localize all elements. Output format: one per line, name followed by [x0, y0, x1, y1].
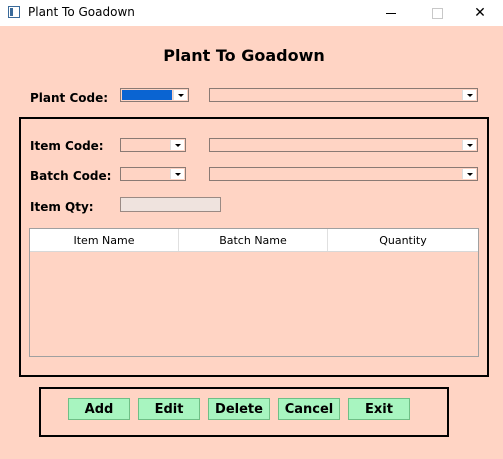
app-icon [8, 6, 20, 18]
items-grid[interactable]: Item Name Batch Name Quantity [29, 228, 479, 357]
form-heading: Plant To Goadown [163, 46, 325, 65]
item-qty-label: Item Qty: [30, 200, 94, 214]
batch-code-label: Batch Code: [30, 169, 112, 183]
add-button[interactable]: Add [68, 398, 130, 420]
app-window: Plant To Goadown ✕ Plant To Goadown Plan… [0, 0, 503, 459]
chevron-down-icon[interactable] [462, 169, 476, 179]
item-name-combo[interactable] [209, 138, 478, 152]
chevron-down-icon[interactable] [170, 169, 184, 179]
exit-button[interactable]: Exit [348, 398, 410, 420]
batch-code-combo[interactable] [120, 167, 186, 181]
chevron-down-icon[interactable] [462, 140, 476, 150]
plant-code-combo[interactable] [120, 88, 189, 102]
plant-name-combo[interactable] [209, 88, 478, 102]
maximize-icon [431, 7, 443, 19]
minimize-icon [386, 12, 396, 14]
column-header-quantity[interactable]: Quantity [328, 229, 478, 251]
item-code-combo[interactable] [120, 138, 186, 152]
plant-code-label: Plant Code: [30, 91, 109, 105]
edit-button[interactable]: Edit [138, 398, 200, 420]
column-header-item-name[interactable]: Item Name [30, 229, 179, 251]
chevron-down-icon[interactable] [173, 90, 187, 100]
item-code-label: Item Code: [30, 139, 104, 153]
maximize-button[interactable] [414, 0, 460, 26]
batch-name-combo[interactable] [209, 167, 478, 181]
window-title: Plant To Goadown [28, 5, 135, 19]
close-icon: ✕ [474, 5, 486, 21]
chevron-down-icon[interactable] [462, 90, 476, 100]
close-button[interactable]: ✕ [457, 0, 503, 26]
grid-header: Item Name Batch Name Quantity [30, 229, 478, 252]
plant-code-selection [122, 90, 172, 100]
cancel-button[interactable]: Cancel [278, 398, 340, 420]
title-bar[interactable]: Plant To Goadown ✕ [0, 0, 503, 26]
item-qty-input[interactable] [120, 197, 221, 212]
minimize-button[interactable] [368, 0, 414, 26]
chevron-down-icon[interactable] [170, 140, 184, 150]
column-header-batch-name[interactable]: Batch Name [179, 229, 328, 251]
delete-button[interactable]: Delete [208, 398, 270, 420]
